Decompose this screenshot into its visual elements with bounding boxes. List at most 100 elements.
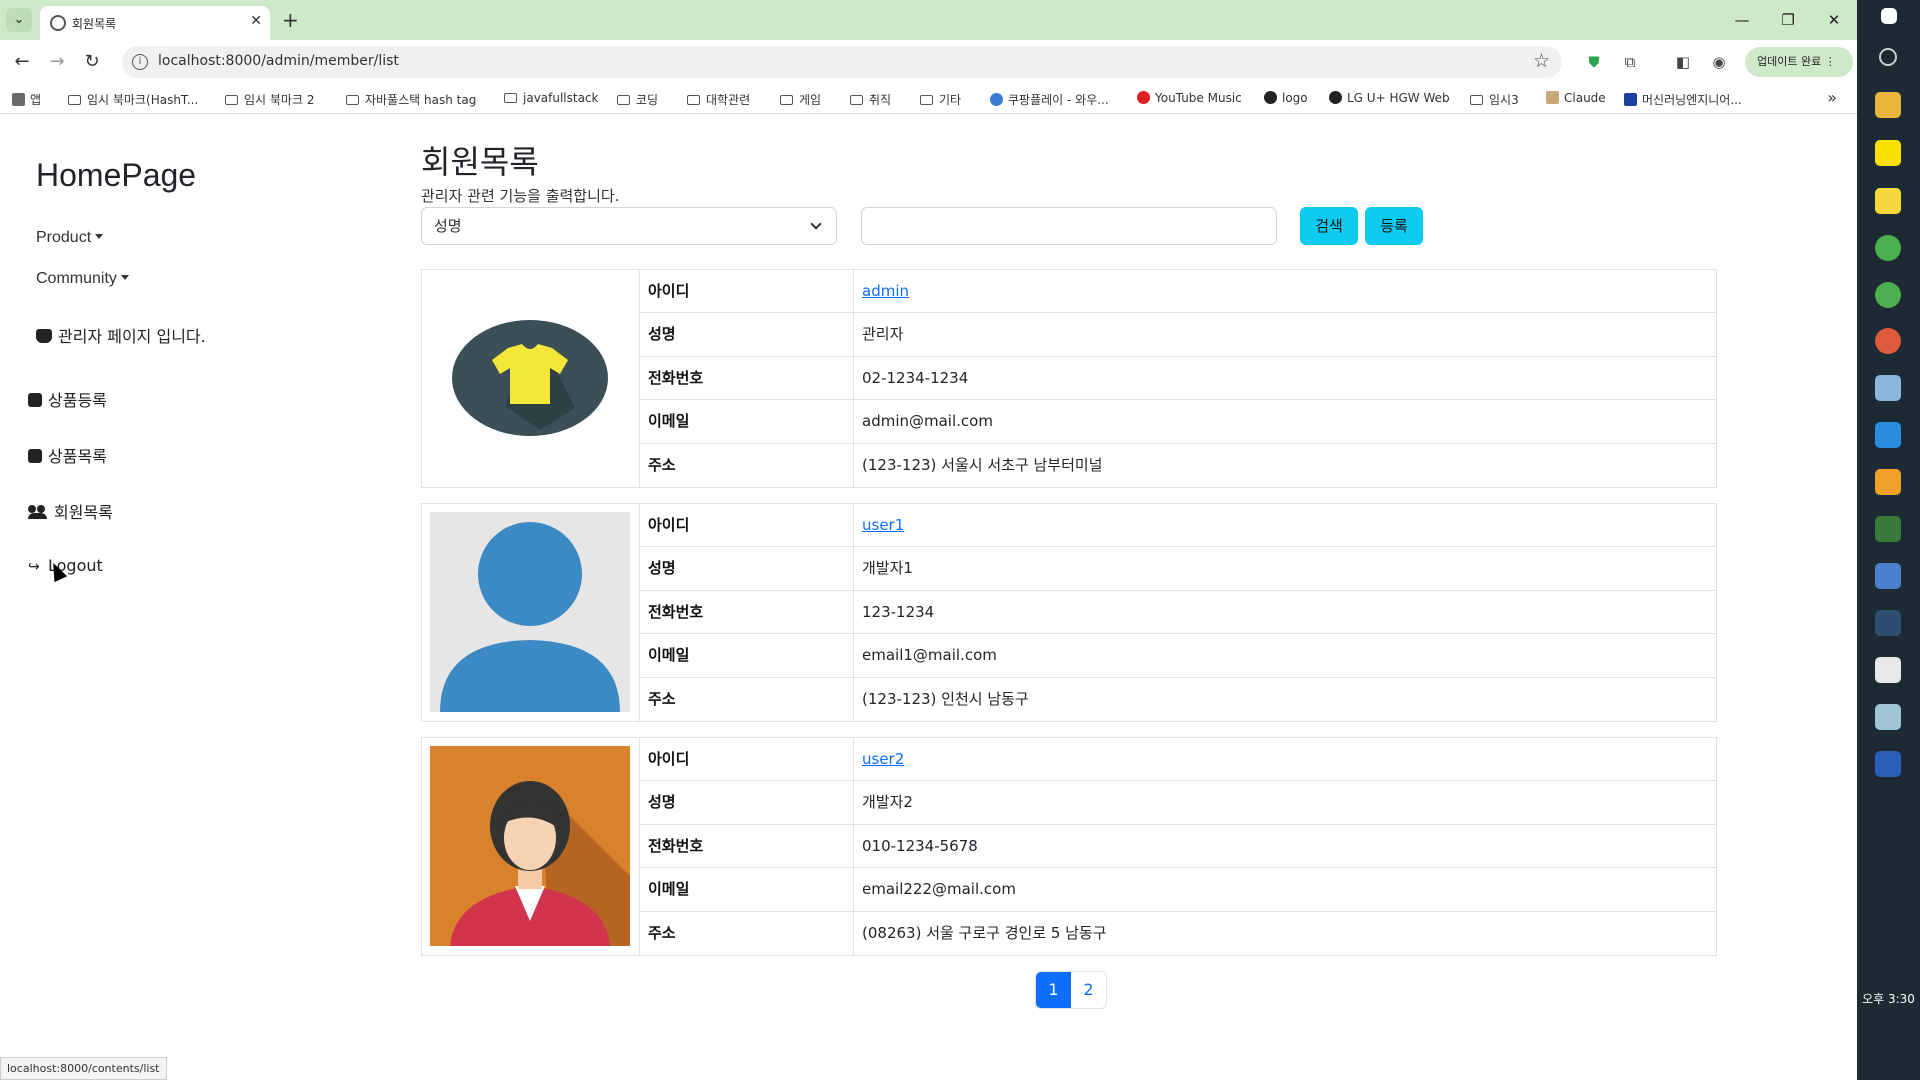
member-row-phone: 전화번호 010-1234-5678 bbox=[639, 824, 1716, 869]
new-tab-button[interactable]: + bbox=[282, 8, 299, 32]
bookmark-folder[interactable]: 임시 북마크 2 bbox=[225, 91, 314, 108]
reload-button[interactable]: ↻ bbox=[80, 50, 104, 74]
file-explorer-icon[interactable] bbox=[1875, 92, 1901, 118]
bookmark-folder[interactable]: 게임 bbox=[780, 91, 821, 108]
sticky-notes-icon[interactable] bbox=[1875, 188, 1901, 214]
globe-icon bbox=[1329, 91, 1342, 104]
restore-button[interactable]: ❐ bbox=[1765, 0, 1811, 40]
page-title: 회원목록 bbox=[421, 143, 539, 181]
globe-icon bbox=[1264, 91, 1277, 104]
word-icon[interactable] bbox=[1875, 751, 1901, 777]
bookmark-folder[interactable]: 임시3 bbox=[1470, 91, 1519, 108]
member-id-link[interactable]: user2 bbox=[862, 738, 904, 780]
bookmark-folder[interactable]: 기타 bbox=[920, 91, 961, 108]
network-icon[interactable] bbox=[1875, 610, 1901, 636]
back-button[interactable]: ← bbox=[10, 50, 34, 74]
default-user-icon bbox=[430, 512, 630, 712]
search-button[interactable]: 검색 bbox=[1300, 207, 1358, 245]
folder-icon bbox=[346, 95, 359, 105]
member-card: 아이디 admin 성명 관리자 전화번호 02-1234-1234 이메일 admin… bbox=[421, 269, 1717, 488]
people-icon bbox=[28, 505, 48, 519]
sidebar-item-product-register[interactable]: 상품등록 bbox=[28, 387, 107, 411]
bookmark-folder[interactable]: javafullstack bbox=[504, 91, 599, 105]
tab-strip: ⌄ 회원목록 ✕ + — ❐ ✕ bbox=[0, 0, 1857, 40]
app-icon[interactable] bbox=[1875, 469, 1901, 495]
member-row-id: 아이디 admin bbox=[639, 270, 1716, 314]
member-id-link[interactable]: admin bbox=[862, 270, 909, 312]
sidebar-item-member-list[interactable]: 회원목록 bbox=[28, 499, 113, 523]
community-label: Community bbox=[36, 270, 117, 287]
extensions-icon[interactable]: ⧉ bbox=[1620, 52, 1640, 72]
member-row-email: 이메일 email1@mail.com bbox=[639, 634, 1716, 678]
page-link[interactable]: 2 bbox=[1071, 972, 1106, 1008]
chrome-icon[interactable] bbox=[1875, 328, 1901, 354]
product-label: Product bbox=[36, 229, 92, 246]
caret-down-icon bbox=[120, 275, 129, 280]
youtube-music-icon bbox=[1137, 91, 1150, 104]
page-link[interactable]: 1 bbox=[1036, 972, 1071, 1008]
globe-icon bbox=[50, 15, 66, 31]
close-window-button[interactable]: ✕ bbox=[1811, 0, 1857, 40]
bookmark-logo[interactable]: logo bbox=[1264, 91, 1308, 105]
register-button[interactable]: 등록 bbox=[1365, 207, 1423, 245]
remote-desktop-icon[interactable] bbox=[1875, 563, 1901, 589]
community-dropdown[interactable]: Community bbox=[36, 270, 129, 288]
vscode-icon[interactable] bbox=[1875, 422, 1901, 448]
page-content: HomePage Product Community 관리자 페이지 입니다. … bbox=[0, 115, 1857, 1080]
folder-icon bbox=[225, 95, 238, 105]
bookmark-claude[interactable]: Claude bbox=[1546, 91, 1606, 105]
3d-box-icon[interactable] bbox=[1875, 375, 1901, 401]
address-bar[interactable]: i localhost:8000/admin/member/list ☆ bbox=[122, 46, 1562, 78]
status-bar-url: localhost:8000/contents/list bbox=[0, 1057, 167, 1080]
folder-icon bbox=[920, 95, 933, 105]
shield-extension-icon[interactable]: ⛊ bbox=[1584, 52, 1604, 72]
clock: 오후 3:30 bbox=[1862, 992, 1915, 1006]
jobkorea-icon bbox=[1624, 93, 1637, 106]
folder-icon bbox=[68, 95, 81, 105]
bookmark-folder[interactable]: 코딩 bbox=[617, 91, 658, 108]
search-field-select[interactable]: 성명 bbox=[421, 207, 837, 245]
member-id-link[interactable]: user1 bbox=[862, 504, 904, 546]
member-row-address: 주소 (123-123) 서울시 서초구 남부터미널 bbox=[639, 443, 1716, 487]
member-row-email: 이메일 email222@mail.com bbox=[639, 868, 1716, 912]
coupang-icon bbox=[990, 93, 1003, 106]
app-icon[interactable] bbox=[1875, 704, 1901, 730]
shopping-bag-icon bbox=[28, 449, 42, 463]
folder-icon bbox=[687, 95, 700, 105]
bookmark-ml[interactable]: 머신러닝엔지니어... bbox=[1624, 91, 1742, 108]
bookmark-folder[interactable]: 임시 북마크(HashT... bbox=[68, 91, 198, 108]
member-row-id: 아이디 user1 bbox=[639, 504, 1716, 548]
forward-button[interactable]: → bbox=[45, 50, 69, 74]
update-button[interactable]: 업데이트 완료 ⋮ bbox=[1745, 47, 1853, 77]
bookmark-folder[interactable]: 자바풀스택 hash tag bbox=[346, 91, 476, 108]
search-icon[interactable] bbox=[1879, 48, 1897, 66]
bookmark-folder[interactable]: 취직 bbox=[850, 91, 891, 108]
bookmark-lg[interactable]: LG U+ HGW Web bbox=[1329, 91, 1450, 105]
tab-close-icon[interactable]: ✕ bbox=[250, 13, 262, 29]
folder-icon bbox=[850, 95, 863, 105]
admin-note-text: 관리자 페이지 입니다. bbox=[58, 327, 206, 346]
excel-icon[interactable] bbox=[1875, 516, 1901, 542]
bookmark-youtube-music[interactable]: YouTube Music bbox=[1137, 91, 1242, 105]
profile-icon[interactable]: ◉ bbox=[1709, 52, 1729, 72]
notion-icon[interactable] bbox=[1875, 657, 1901, 683]
tab-active[interactable]: 회원목록 ✕ bbox=[40, 6, 270, 40]
product-dropdown[interactable]: Product bbox=[36, 229, 104, 247]
chrome-icon[interactable] bbox=[1875, 282, 1901, 308]
tab-search-button[interactable]: ⌄ bbox=[6, 8, 32, 32]
minimize-button[interactable]: — bbox=[1719, 0, 1765, 40]
bookmark-apps[interactable]: 앱 bbox=[12, 91, 41, 108]
side-panel-icon[interactable]: ◧ bbox=[1673, 52, 1693, 72]
more-bookmarks-icon[interactable]: » bbox=[1827, 88, 1837, 107]
site-info-icon[interactable]: i bbox=[132, 54, 148, 70]
kakaotalk-icon[interactable] bbox=[1875, 140, 1901, 166]
windows-start-icon[interactable] bbox=[1881, 8, 1897, 24]
bookmark-folder[interactable]: 대학관련 bbox=[687, 91, 750, 108]
search-input[interactable] bbox=[861, 207, 1277, 245]
brand-title[interactable]: HomePage bbox=[36, 157, 196, 194]
chrome-icon[interactable] bbox=[1875, 235, 1901, 261]
tab-title: 회원목록 bbox=[72, 17, 117, 31]
bookmark-star-icon[interactable]: ☆ bbox=[1533, 50, 1550, 72]
sidebar-item-product-list[interactable]: 상품목록 bbox=[28, 443, 107, 467]
bookmark-coupang[interactable]: 쿠팡플레이 - 와우... bbox=[990, 91, 1109, 108]
